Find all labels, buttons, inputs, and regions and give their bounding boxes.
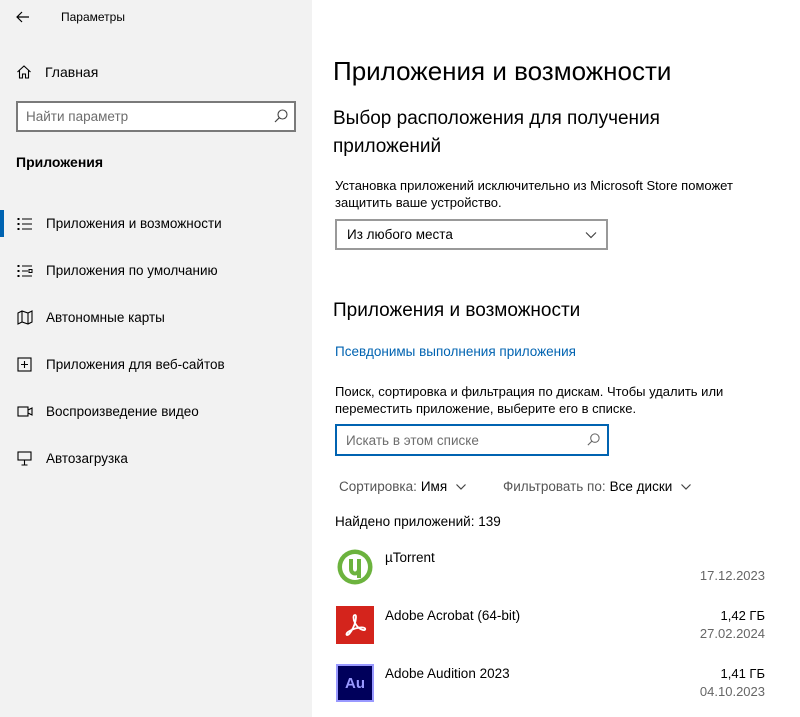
web-apps-icon [16,357,34,373]
home-icon [17,65,31,79]
filter-label: Фильтровать по: [503,479,606,494]
app-name: Adobe Acrobat (64-bit) [385,608,521,623]
sort-label: Сортировка: [339,479,417,494]
sidebar-item-startup[interactable]: Автозагрузка [0,435,312,482]
sidebar-item-label: Приложения по умолчанию [46,263,218,278]
video-icon [16,404,34,420]
filter-dropdown[interactable]: Фильтровать по: Все диски [503,479,692,494]
app-install-date: 04.10.2023 [699,684,765,699]
app-execution-aliases-link[interactable]: Псевдонимы выполнения приложения [335,344,576,359]
app-size: 1,41 ГБ [720,666,765,681]
app-name: µTorrent [385,550,435,565]
settings-search-box[interactable] [16,101,296,132]
chevron-down-icon [456,483,467,490]
sidebar-item-video-playback[interactable]: Воспроизведение видео [0,388,312,435]
sidebar-item-default-apps[interactable]: Приложения по умолчанию [0,247,312,294]
app-list-search-input[interactable] [337,426,572,454]
app-install-date: 27.02.2024 [699,626,765,641]
main-content: Приложения и возможности Выбор расположе… [312,0,800,717]
app-size: 1,42 ГБ [720,608,765,623]
acrobat-icon [336,606,374,644]
apps-list-icon [16,216,34,232]
apps-section-title: Приложения и возможности [333,300,581,321]
sort-value: Имя [420,479,448,494]
install-location-description: Установка приложений исключительно из Mi… [335,178,733,210]
app-list-search-box[interactable] [335,424,609,456]
sidebar-item-label: Автозагрузка [46,451,128,466]
app-list-item-audition[interactable]: Au Adobe Audition 2023 1,41 ГБ 04.10.202… [335,664,765,714]
sidebar-item-offline-maps[interactable]: Автономные карты [0,294,312,341]
sidebar-item-web-apps[interactable]: Приложения для веб-сайтов [0,341,312,388]
page-title: Приложения и возможности [333,56,672,86]
dropdown-value: Из любого места [347,227,453,242]
sidebar-item-label: Приложения и возможности [46,216,222,231]
settings-search-input[interactable] [18,103,258,130]
app-list-item-acrobat[interactable]: Adobe Acrobat (64-bit) 1,42 ГБ 27.02.202… [335,606,765,656]
sidebar-item-apps-features[interactable]: Приложения и возможности [0,200,312,247]
sidebar-item-label: Воспроизведение видео [46,404,199,419]
chevron-down-icon [681,483,692,490]
install-location-title: Выбор расположения для получения приложе… [333,108,660,157]
back-button[interactable] [10,6,36,28]
app-install-date: 17.12.2023 [699,568,765,583]
title-bar: Параметры [0,0,312,34]
map-icon [16,310,34,326]
sidebar: Параметры Главная Приложения Приложения … [0,0,312,717]
apps-found-count: Найдено приложений: 139 [335,514,501,529]
app-list-item-utorrent[interactable]: µTorrent 17.12.2023 [335,548,765,598]
home-label: Главная [45,64,99,80]
install-location-dropdown[interactable]: Из любого места [335,219,608,250]
sort-dropdown[interactable]: Сортировка: Имя [339,479,467,494]
sidebar-item-label: Приложения для веб-сайтов [46,357,225,372]
search-icon[interactable] [273,108,289,124]
window-title: Параметры [61,10,125,24]
search-icon[interactable] [586,432,601,447]
audition-icon-text: Au [345,674,365,692]
sidebar-section-title: Приложения [16,154,104,170]
chevron-down-icon [585,232,597,239]
apps-search-description: Поиск, сортировка и фильтрация по дискам… [335,384,724,416]
back-arrow-icon [16,11,29,23]
home-nav-item[interactable]: Главная [16,62,98,82]
utorrent-icon [336,548,374,586]
app-name: Adobe Audition 2023 [385,666,510,681]
default-apps-icon [16,263,34,279]
sidebar-item-label: Автономные карты [46,310,165,325]
filter-value: Все диски [609,479,673,494]
audition-icon: Au [336,664,374,702]
sidebar-nav: Приложения и возможности Приложения по у… [0,200,312,482]
startup-icon [16,451,34,467]
